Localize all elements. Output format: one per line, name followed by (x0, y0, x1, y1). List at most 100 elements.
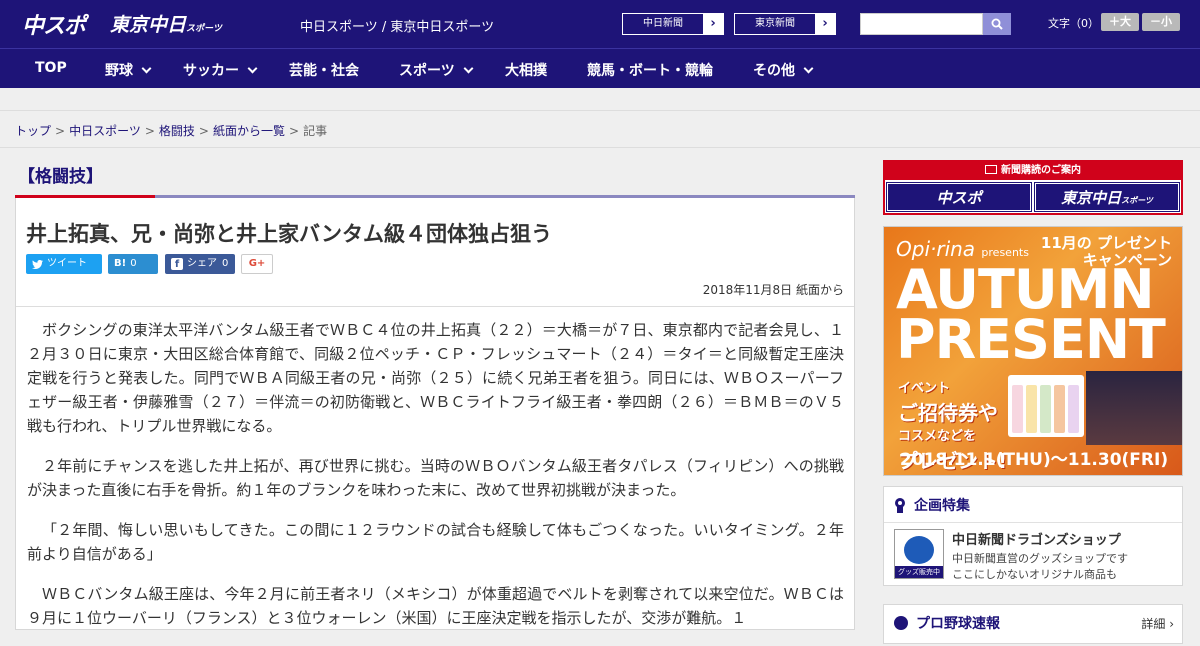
shop-description: 中日新聞直営のグッズショップです ここにしかないオリジナル商品も (952, 551, 1128, 583)
chunichi-shimbun-link[interactable]: 中日新聞 › (622, 13, 724, 35)
ad-campaign-line1: 11月の プレゼント (1040, 234, 1172, 252)
breadcrumb-print-list[interactable]: 紙面から一覧 (213, 124, 285, 138)
dragons-shop-item[interactable]: グッズ販売中 中日新聞ドラゴンズショップ 中日新聞直営のグッズショップです ここ… (884, 523, 1182, 589)
subscribe-chusupo-button[interactable]: 中スポ (886, 182, 1032, 212)
shop-desc-line2: ここにしかないオリジナル商品も (952, 568, 1117, 581)
google-plus-icon: G+ (248, 258, 266, 269)
article-body: ボクシングの東洋太平洋バンタム級王者でＷＢＣ４位の井上拓真（２２）＝大橋＝が７日… (27, 318, 844, 646)
facebook-share-button[interactable]: f シェア 0 (165, 254, 235, 274)
nav-label: スポーツ (399, 63, 455, 79)
breadcrumb-sep: > (55, 124, 66, 138)
search-button[interactable] (983, 13, 1011, 35)
ad-product-image (1008, 375, 1084, 437)
category-title: 【格闘技】 (18, 167, 103, 187)
nav-label: 芸能・社会 (289, 63, 359, 79)
breadcrumb: トップ > 中日スポーツ > 格闘技 > 紙面から一覧 > 記事 (15, 122, 327, 139)
ad-dates: 2018.11.1(THU)～11.30(FRI) (899, 450, 1169, 470)
facebook-share-label: シェア (187, 258, 217, 269)
breadcrumb-chunichi-sports[interactable]: 中日スポーツ (69, 124, 141, 138)
autumn-present-ad[interactable]: Opi·rina presents 11月の プレゼント キャンペーン AUTUM… (883, 226, 1183, 476)
ad-night-image (1086, 371, 1182, 445)
breadcrumb-bar: トップ > 中日スポーツ > 格闘技 > 紙面から一覧 > 記事 (0, 110, 1200, 148)
nav-item-sports[interactable]: スポーツ (399, 60, 474, 80)
subscribe-tokyo-chunichi-button[interactable]: 東京中日スポーツ (1034, 182, 1180, 212)
article-headline: 井上拓真、兄・尚弥と井上家バンタム級４団体独占狙う (26, 222, 553, 246)
tokyo-shimbun-link[interactable]: 東京新聞 › (734, 13, 836, 35)
tweet-label: ツイート (47, 258, 87, 269)
medal-icon (895, 497, 905, 513)
breadcrumb-top[interactable]: トップ (15, 124, 51, 138)
chevron-down-icon (247, 63, 258, 74)
nav-item-other[interactable]: その他 (753, 60, 814, 80)
shop-desc-line1: 中日新聞直営のグッズショップです (952, 552, 1128, 565)
subscribe-tokyo-suffix: スポーツ (1121, 196, 1153, 205)
feature-card: 企画特集 グッズ販売中 中日新聞ドラゴンズショップ 中日新聞直営のグッズショップ… (883, 486, 1183, 586)
feature-heading: 企画特集 (884, 487, 1182, 523)
dragons-shop-logo: グッズ販売中 (894, 529, 944, 579)
chevron-right-icon: › (815, 14, 835, 34)
nav-label: その他 (753, 63, 795, 79)
tweet-button[interactable]: ツイート (26, 254, 102, 274)
chevron-down-icon (141, 63, 152, 74)
subscription-heading-text: 新聞購読のご案内 (1001, 165, 1081, 176)
baseball-details-link[interactable]: 詳細 › (1141, 615, 1174, 632)
article-paragraph: ＷＢＣバンタム級王座は、今年２月に前王者ネリ（メキシコ）が体重超過でベルトを剥奪… (27, 585, 844, 627)
nav-item-entertainment[interactable]: 芸能・社会 (289, 60, 359, 80)
nav-item-racing[interactable]: 競馬・ボート・競輪 (587, 60, 713, 80)
breadcrumb-sep: > (289, 124, 300, 138)
chunichi-shimbun-label: 中日新聞 (643, 18, 683, 29)
tokyo-logo-suffix: スポーツ (186, 24, 222, 34)
article-card: 井上拓真、兄・尚弥と井上家バンタム級４団体独占狙う ツイート B! 0 f シェ… (15, 198, 855, 630)
google-plus-button[interactable]: G+ (241, 254, 273, 274)
font-size-label: 文字（0） (1048, 17, 1099, 30)
chevron-right-icon: › (703, 14, 723, 34)
breadcrumb-current: 記事 (303, 124, 328, 138)
article-paragraph: ２年前にチャンスを逃した井上拓が、再び世界に挑む。当時のＷＢＯバンタム級王者タパ… (27, 457, 844, 499)
nav-item-sumo[interactable]: 大相撲 (505, 60, 547, 80)
nav-item-baseball[interactable]: 野球 (105, 60, 152, 80)
facebook-icon: f (171, 258, 183, 270)
ad-sub-line2: ご招待券や (898, 401, 998, 425)
baseball-score-card: プロ野球速報 詳細 › (883, 604, 1183, 644)
feature-title: 企画特集 (914, 497, 970, 514)
global-nav: TOP 野球 サッカー 芸能・社会 スポーツ 大相撲 競馬・ボート・競輪 その他 (0, 48, 1200, 88)
tokyo-chunichi-logo[interactable]: 東京中日スポーツ (110, 10, 222, 37)
baseball-title: プロ野球速報 (916, 616, 1000, 632)
article-paragraph: 「２年間、悔しい思いもしてきた。この間に１２ラウンドの試合も経験して体もごつくな… (27, 521, 844, 563)
shop-title: 中日新聞ドラゴンズショップ (952, 533, 1121, 548)
twitter-icon (32, 259, 43, 269)
nav-label: 野球 (105, 63, 133, 79)
article-paragraph: ボクシングの東洋太平洋バンタム級王者でＷＢＣ４位の井上拓真（２２）＝大橋＝が７日… (27, 321, 844, 435)
nav-label: 競馬・ボート・競輪 (587, 63, 713, 79)
hatena-bookmark-button[interactable]: B! 0 (108, 254, 158, 274)
tokyo-logo-text: 東京中日 (110, 14, 187, 36)
font-larger-button[interactable]: ＋大 (1101, 13, 1139, 31)
chevron-down-icon (803, 63, 814, 74)
nav-label: 大相撲 (505, 63, 547, 79)
ad-sub-line1: イベント (898, 381, 951, 396)
nav-item-top[interactable]: TOP (35, 60, 67, 76)
ad-title-present: PRESENT (896, 308, 1166, 371)
subscription-buttons: 中スポ 東京中日スポーツ (885, 180, 1181, 214)
search-icon (991, 18, 1003, 30)
subscription-heading: 新聞購読のご案内 (885, 162, 1181, 180)
font-smaller-button[interactable]: －小 (1142, 13, 1180, 31)
category-header: 【格闘技】 (15, 160, 855, 198)
subscription-box: 新聞購読のご案内 中スポ 東京中日スポーツ (883, 160, 1183, 215)
nav-label: サッカー (183, 63, 239, 79)
nav-label: TOP (35, 60, 67, 76)
nav-item-soccer[interactable]: サッカー (183, 60, 258, 80)
chusupo-logo[interactable]: 中スポ (22, 8, 86, 40)
article-dateline: 2018年11月8日 紙面から (702, 283, 844, 297)
newspaper-icon (985, 165, 997, 174)
mascot-icon (904, 536, 934, 564)
site-title: 中日スポーツ / 東京中日スポーツ (300, 20, 495, 35)
facebook-count: 0 (222, 258, 229, 269)
breadcrumb-sep: > (198, 124, 209, 138)
top-header: 中スポ 東京中日スポーツ 中日スポーツ / 東京中日スポーツ 中日新聞 › 東京… (0, 0, 1200, 48)
tokyo-shimbun-label: 東京新聞 (755, 18, 795, 29)
breadcrumb-martial-arts[interactable]: 格闘技 (159, 124, 195, 138)
breadcrumb-sep: > (144, 124, 155, 138)
baseball-heading: プロ野球速報 詳細 › (884, 605, 1182, 641)
search-input[interactable] (860, 13, 983, 35)
